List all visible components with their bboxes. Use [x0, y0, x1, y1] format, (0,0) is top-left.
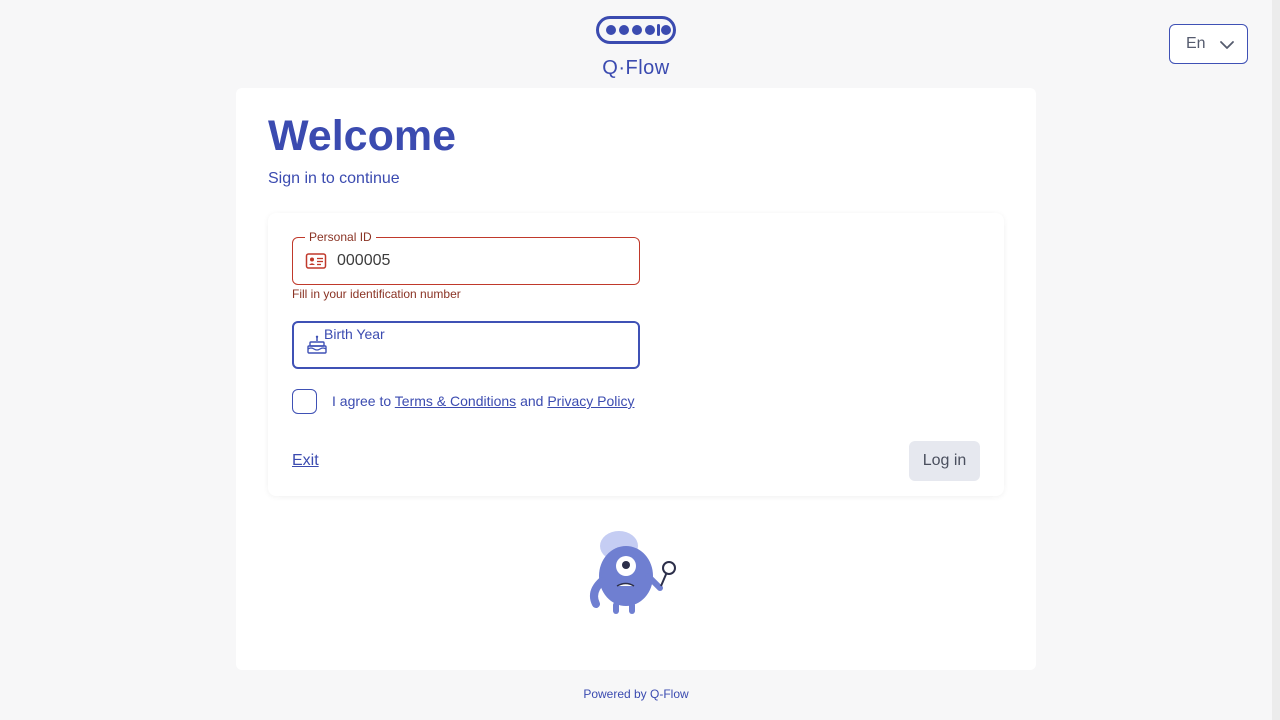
agree-checkbox[interactable] — [292, 389, 317, 414]
qflow-logo-icon — [596, 16, 676, 44]
login-form: Personal ID Fill in your identification … — [268, 213, 1004, 496]
login-card: Welcome Sign in to continue Personal ID … — [236, 88, 1036, 670]
page-scrollbar[interactable] — [1272, 0, 1280, 720]
personal-id-label: Personal ID — [305, 230, 376, 244]
birth-year-field[interactable]: Birth Year — [292, 321, 640, 369]
agreement-conjunction: and — [520, 393, 544, 409]
terms-link[interactable]: Terms & Conditions — [395, 393, 516, 409]
language-selector[interactable]: En — [1169, 24, 1248, 64]
qflow-logo: Q·Flow — [596, 16, 676, 80]
exit-link[interactable]: Exit — [292, 452, 319, 470]
mascot-illustration — [590, 531, 676, 614]
language-selected: En — [1186, 35, 1206, 52]
personal-id-input[interactable] — [337, 252, 627, 270]
privacy-link[interactable]: Privacy Policy — [547, 393, 634, 409]
page-title: Welcome — [268, 112, 456, 160]
logo-text: Q·Flow — [602, 57, 670, 79]
personal-id-error: Fill in your identification number — [292, 287, 461, 301]
login-page: Q·Flow En Welcome Sign in to continue Pe… — [0, 0, 1280, 720]
agreement-prefix: I agree to — [332, 393, 392, 409]
agreement-text: I agree to Terms & Conditions and Privac… — [332, 393, 634, 409]
page-subtitle: Sign in to continue — [268, 170, 400, 187]
powered-by: Powered by Q-Flow — [583, 687, 689, 701]
id-card-icon — [305, 253, 327, 269]
birth-year-input[interactable] — [338, 337, 628, 355]
birthday-cake-icon — [307, 335, 327, 354]
chevron-down-icon — [1220, 41, 1234, 49]
personal-id-field[interactable]: Personal ID — [292, 230, 640, 285]
login-button[interactable]: Log in — [909, 441, 980, 481]
